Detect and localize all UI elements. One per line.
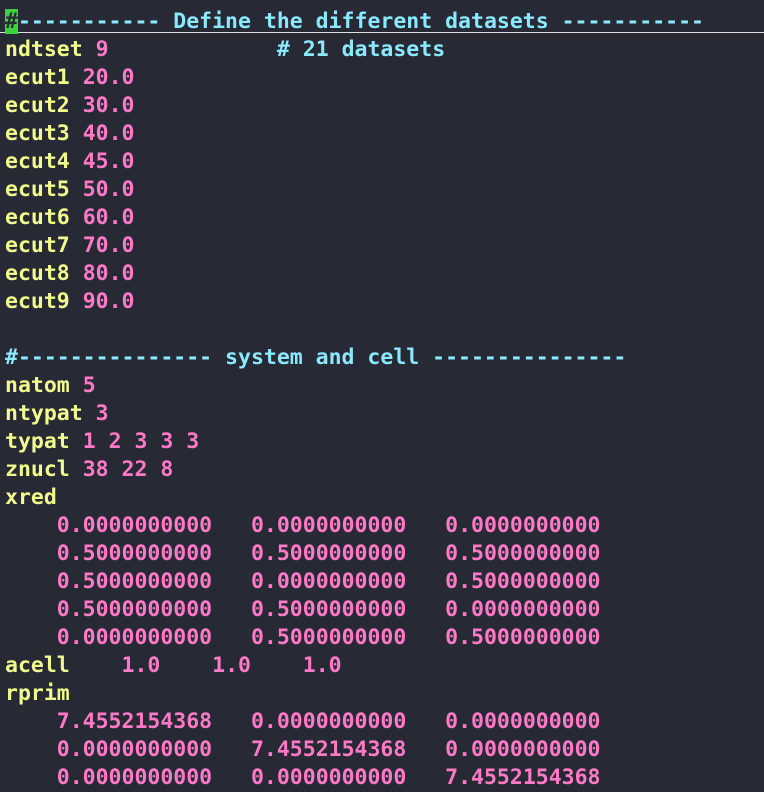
- rprim-x: 7.4552154368: [56, 709, 213, 734]
- xred-row[interactable]: 0.5000000000 0.0000000000 0.5000000000: [0, 568, 764, 596]
- xred-row[interactable]: 0.5000000000 0.5000000000 0.5000000000: [0, 540, 764, 568]
- xred-x: 0.0000000000: [56, 513, 213, 538]
- ecut-line[interactable]: ecut6 60.0: [0, 204, 764, 232]
- rprim-z: 7.4552154368: [445, 765, 601, 790]
- ecut-value: 60.0: [82, 205, 135, 230]
- rprim-y: 7.4552154368: [250, 737, 407, 762]
- rprim-line[interactable]: rprim: [0, 680, 764, 708]
- typat-key: typat: [5, 429, 70, 454]
- ecut-line[interactable]: ecut1 20.0: [0, 64, 764, 92]
- rprim-y: 0.0000000000: [250, 765, 407, 790]
- ndtset-key: ndtset: [5, 37, 83, 62]
- ecut-line[interactable]: ecut5 50.0: [0, 176, 764, 204]
- ecut-line[interactable]: ecut8 80.0: [0, 260, 764, 288]
- ndtset-comment: # 21 datasets: [276, 37, 446, 62]
- acell-value: 1.0: [302, 653, 342, 678]
- ntypat-value: 3: [95, 401, 109, 426]
- xred-row[interactable]: 0.0000000000 0.0000000000 0.0000000000: [0, 512, 764, 540]
- blank-line[interactable]: [0, 316, 764, 344]
- ecut-key: ecut8: [5, 261, 70, 286]
- typat-value: 1 2 3 3 3: [82, 429, 200, 454]
- ecut-key: ecut6: [5, 205, 70, 230]
- xred-y: 0.5000000000: [250, 625, 407, 650]
- ecut-key: ecut4: [5, 149, 70, 174]
- xred-y: 0.0000000000: [250, 569, 407, 594]
- rprim-key: rprim: [5, 681, 70, 706]
- ecut-value: 70.0: [82, 233, 135, 258]
- natom-value: 5: [82, 373, 96, 398]
- xred-y: 0.0000000000: [250, 513, 407, 538]
- ntypat-line[interactable]: ntypat 3: [0, 400, 764, 428]
- text-cursor: #: [5, 9, 18, 34]
- header-comment-line[interactable]: #----------- Define the different datase…: [0, 8, 764, 36]
- system-comment: #--------------- system and cell -------…: [5, 345, 627, 370]
- ecut-key: ecut9: [5, 289, 70, 314]
- natom-line[interactable]: natom 5: [0, 372, 764, 400]
- ecut-line[interactable]: ecut3 40.0: [0, 120, 764, 148]
- znucl-key: znucl: [5, 457, 70, 482]
- xred-z: 0.5000000000: [445, 625, 601, 650]
- ecut-value: 45.0: [82, 149, 135, 174]
- acell-value: 1.0: [212, 653, 251, 678]
- system-comment-line[interactable]: #--------------- system and cell -------…: [0, 344, 764, 372]
- ecut-value: 50.0: [82, 177, 135, 202]
- xred-key: xred: [5, 485, 57, 510]
- ecut-value: 40.0: [82, 121, 135, 146]
- rprim-row[interactable]: 0.0000000000 7.4552154368 0.0000000000: [0, 736, 764, 764]
- natom-key: natom: [5, 373, 70, 398]
- rprim-x: 0.0000000000: [56, 737, 213, 762]
- header-comment: ----------- Define the different dataset…: [17, 9, 704, 34]
- xred-x: 0.5000000000: [56, 597, 213, 622]
- ecut-key: ecut5: [5, 177, 70, 202]
- xred-x: 0.5000000000: [56, 569, 213, 594]
- ecut-line[interactable]: ecut4 45.0: [0, 148, 764, 176]
- rprim-z: 0.0000000000: [445, 737, 601, 762]
- ecut-value: 90.0: [82, 289, 135, 314]
- ndtset-line[interactable]: ndtset 9 # 21 datasets: [0, 36, 764, 64]
- xred-z: 0.0000000000: [445, 597, 601, 622]
- rprim-x: 0.0000000000: [56, 765, 213, 790]
- xred-y: 0.5000000000: [250, 597, 407, 622]
- ndtset-value: 9: [95, 37, 109, 62]
- xred-row[interactable]: 0.0000000000 0.5000000000 0.5000000000: [0, 624, 764, 652]
- znucl-line[interactable]: znucl 38 22 8: [0, 456, 764, 484]
- rprim-y: 0.0000000000: [250, 709, 407, 734]
- xred-z: 0.0000000000: [445, 513, 601, 538]
- ecut-line[interactable]: ecut7 70.0: [0, 232, 764, 260]
- ecut-value: 30.0: [82, 93, 135, 118]
- ecut-value: 80.0: [82, 261, 135, 286]
- acell-value: 1.0: [121, 653, 161, 678]
- xred-row[interactable]: 0.5000000000 0.5000000000 0.0000000000: [0, 596, 764, 624]
- ecut-value: 20.0: [82, 65, 135, 90]
- ecut-key: ecut2: [5, 93, 70, 118]
- typat-line[interactable]: typat 1 2 3 3 3: [0, 428, 764, 456]
- znucl-value: 38 22 8: [82, 457, 174, 482]
- ecut-key: ecut3: [5, 121, 70, 146]
- xred-y: 0.5000000000: [250, 541, 407, 566]
- rprim-z: 0.0000000000: [445, 709, 601, 734]
- ecut-line[interactable]: ecut9 90.0: [0, 288, 764, 316]
- xred-z: 0.5000000000: [445, 541, 601, 566]
- acell-key: acell: [5, 653, 70, 678]
- text-editor[interactable]: #----------- Define the different datase…: [0, 0, 764, 790]
- xred-z: 0.5000000000: [445, 569, 601, 594]
- xred-x: 0.0000000000: [56, 625, 213, 650]
- ecut-key: ecut1: [5, 65, 70, 90]
- rprim-row[interactable]: 7.4552154368 0.0000000000 0.0000000000: [0, 708, 764, 736]
- ecut-key: ecut7: [5, 233, 70, 258]
- ntypat-key: ntypat: [5, 401, 83, 426]
- xred-x: 0.5000000000: [56, 541, 213, 566]
- acell-line[interactable]: acell 1.0 1.0 1.0: [0, 652, 764, 680]
- xred-line[interactable]: xred: [0, 484, 764, 512]
- ecut-line[interactable]: ecut2 30.0: [0, 92, 764, 120]
